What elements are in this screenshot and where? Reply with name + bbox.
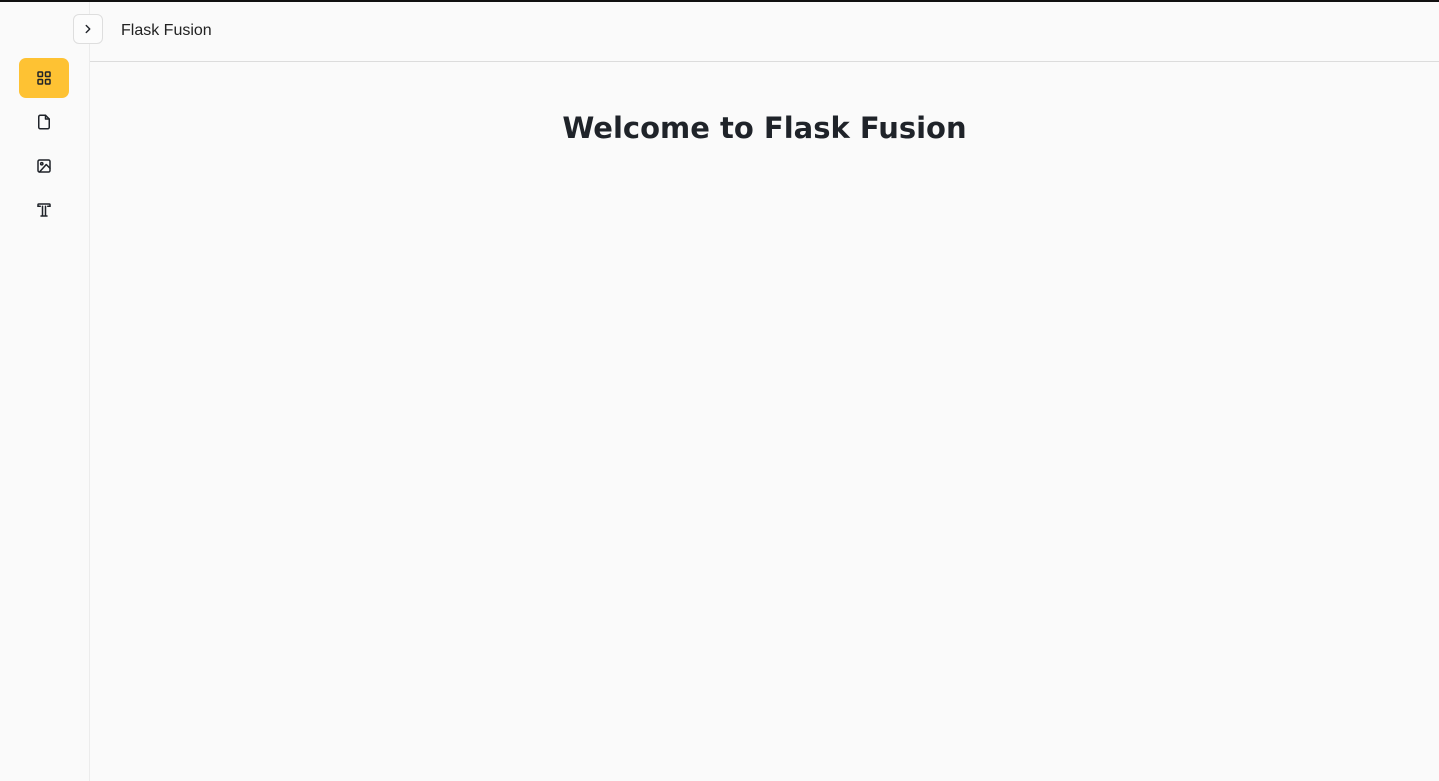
app-title: Flask Fusion bbox=[121, 22, 212, 39]
page-title: Welcome to Flask Fusion bbox=[562, 111, 967, 145]
sidebar bbox=[0, 2, 90, 781]
typography-icon bbox=[37, 203, 51, 217]
top-header bbox=[90, 2, 1439, 62]
main-content: Welcome to Flask Fusion bbox=[90, 62, 1439, 781]
sidebar-item-typography[interactable] bbox=[19, 190, 69, 230]
image-icon bbox=[37, 159, 51, 173]
sidebar-item-dashboard[interactable] bbox=[19, 58, 69, 98]
sidebar-item-images[interactable] bbox=[19, 146, 69, 186]
sidebar-toggle-button[interactable] bbox=[73, 14, 103, 44]
sidebar-item-files[interactable] bbox=[19, 102, 69, 142]
file-icon bbox=[38, 114, 50, 130]
dashboard-grid-icon bbox=[37, 71, 51, 85]
chevron-right-icon bbox=[85, 24, 91, 34]
